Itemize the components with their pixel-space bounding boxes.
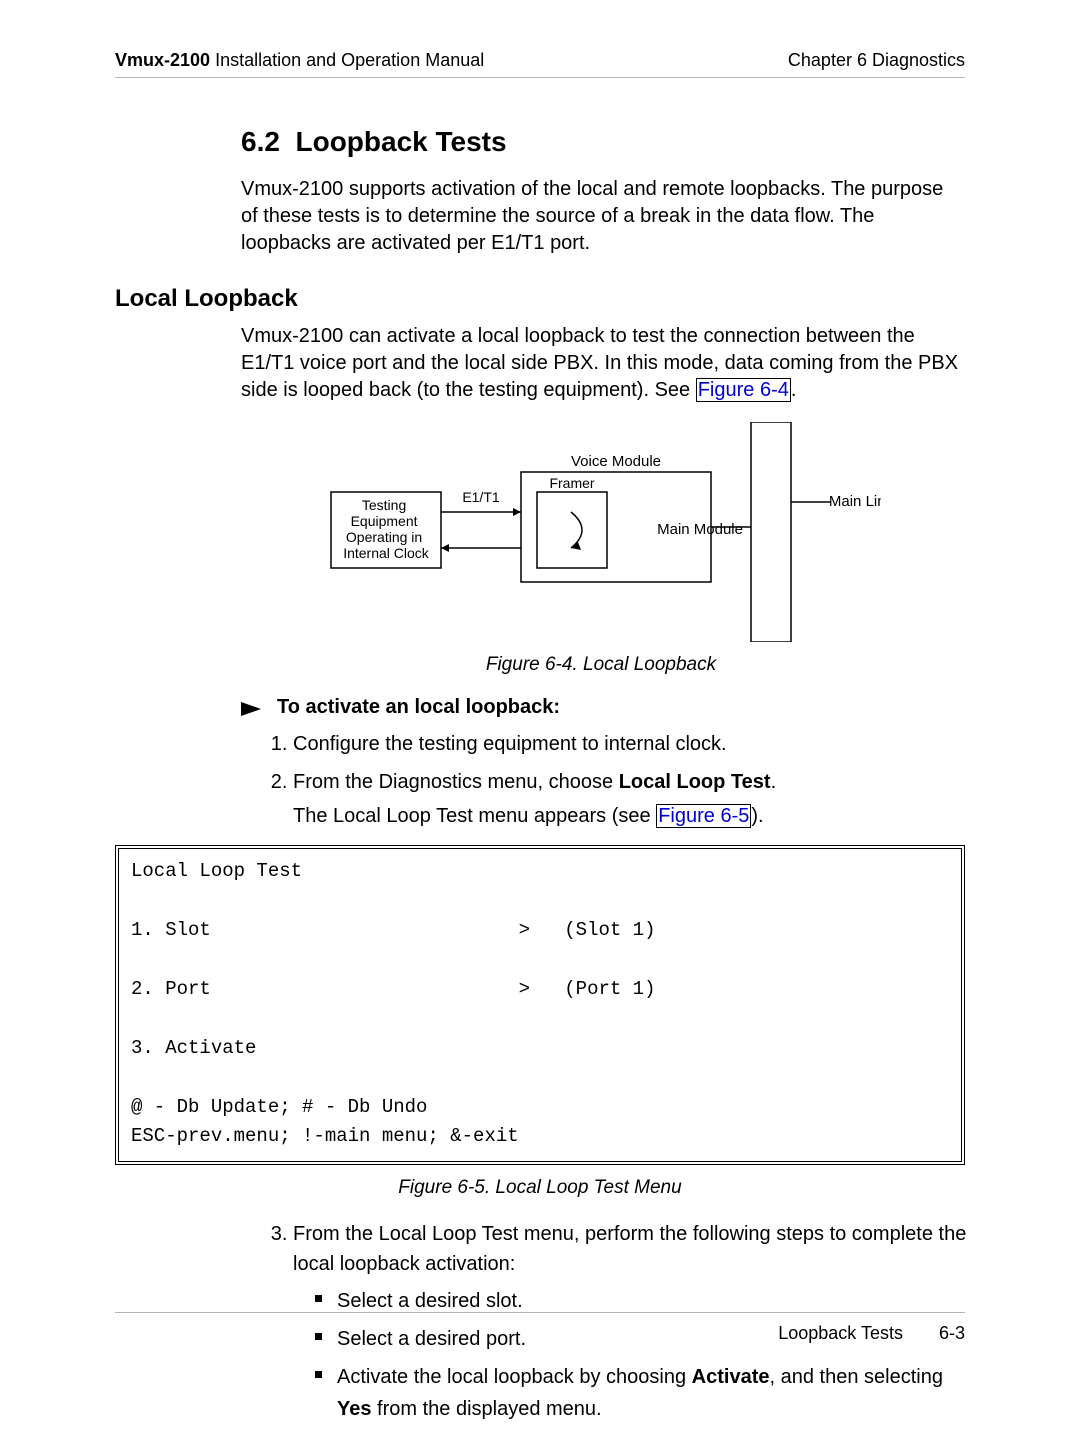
figure-ref-6-5[interactable]: Figure 6-5 xyxy=(656,804,751,828)
header-left: Vmux-2100 Installation and Operation Man… xyxy=(115,50,484,71)
footer-page: 6-3 xyxy=(939,1323,965,1344)
diagram-voice-label: Voice Module xyxy=(571,453,661,470)
step-2-sub: The Local Loop Test menu appears (see Fi… xyxy=(293,801,973,831)
page-header: Vmux-2100 Installation and Operation Man… xyxy=(115,50,965,78)
section-number: 6.2 xyxy=(241,126,280,157)
loopback-diagram: Testing Equipment Operating in Internal … xyxy=(321,422,881,642)
page-footer: Loopback Tests 6-3 xyxy=(115,1312,965,1344)
procedure-arrow-icon xyxy=(241,700,263,718)
section-heading: 6.2 Loopback Tests xyxy=(241,126,965,158)
diagram-e1t1-label: E1/T1 xyxy=(462,489,500,505)
step-2-bold: Local Loop Test xyxy=(619,771,771,793)
diagram-mainlink-label: Main Link xyxy=(829,493,881,510)
chapter-label: Chapter 6 Diagnostics xyxy=(788,50,965,71)
manual-name: Installation and Operation Manual xyxy=(210,50,484,70)
terminal-output: Local Loop Test 1. Slot > (Slot 1) 2. Po… xyxy=(115,845,965,1165)
diagram-mainmod-text: Main Module xyxy=(657,521,743,538)
figure-6-4-caption: Figure 6-4. Local Loopback xyxy=(241,654,961,676)
figure-ref-6-4[interactable]: Figure 6-4 xyxy=(696,378,791,402)
step-1: Configure the testing equipment to inter… xyxy=(293,729,973,759)
para-text-a: Vmux-2100 can activate a local loopback … xyxy=(241,325,958,401)
figure-6-5-caption: Figure 6-5. Local Loop Test Menu xyxy=(115,1177,965,1199)
subsection-para: Vmux-2100 can activate a local loopback … xyxy=(241,323,961,404)
diagram-testing-label: Testing Equipment Operating in Internal … xyxy=(343,497,430,561)
figure-6-4: Testing Equipment Operating in Internal … xyxy=(241,422,961,676)
para-text-b: . xyxy=(791,379,797,401)
step-2: From the Diagnostics menu, choose Local … xyxy=(293,767,973,831)
footer-title: Loopback Tests xyxy=(778,1323,903,1344)
section-title: Loopback Tests xyxy=(296,126,507,157)
procedure-lead: To activate an local loopback: xyxy=(241,696,965,719)
diagram-framer-label: Framer xyxy=(549,475,594,491)
section-intro: Vmux-2100 supports activation of the loc… xyxy=(241,176,961,257)
procedure-steps: Configure the testing equipment to inter… xyxy=(265,729,973,831)
subsection-heading: Local Loopback xyxy=(115,285,965,313)
product-name: Vmux-2100 xyxy=(115,50,210,70)
procedure-lead-text: To activate an local loopback: xyxy=(277,696,560,719)
bullet-activate: Activate the local loopback by choosing … xyxy=(315,1361,955,1425)
step-3-bullets: Select a desired slot. Select a desired … xyxy=(315,1285,955,1425)
